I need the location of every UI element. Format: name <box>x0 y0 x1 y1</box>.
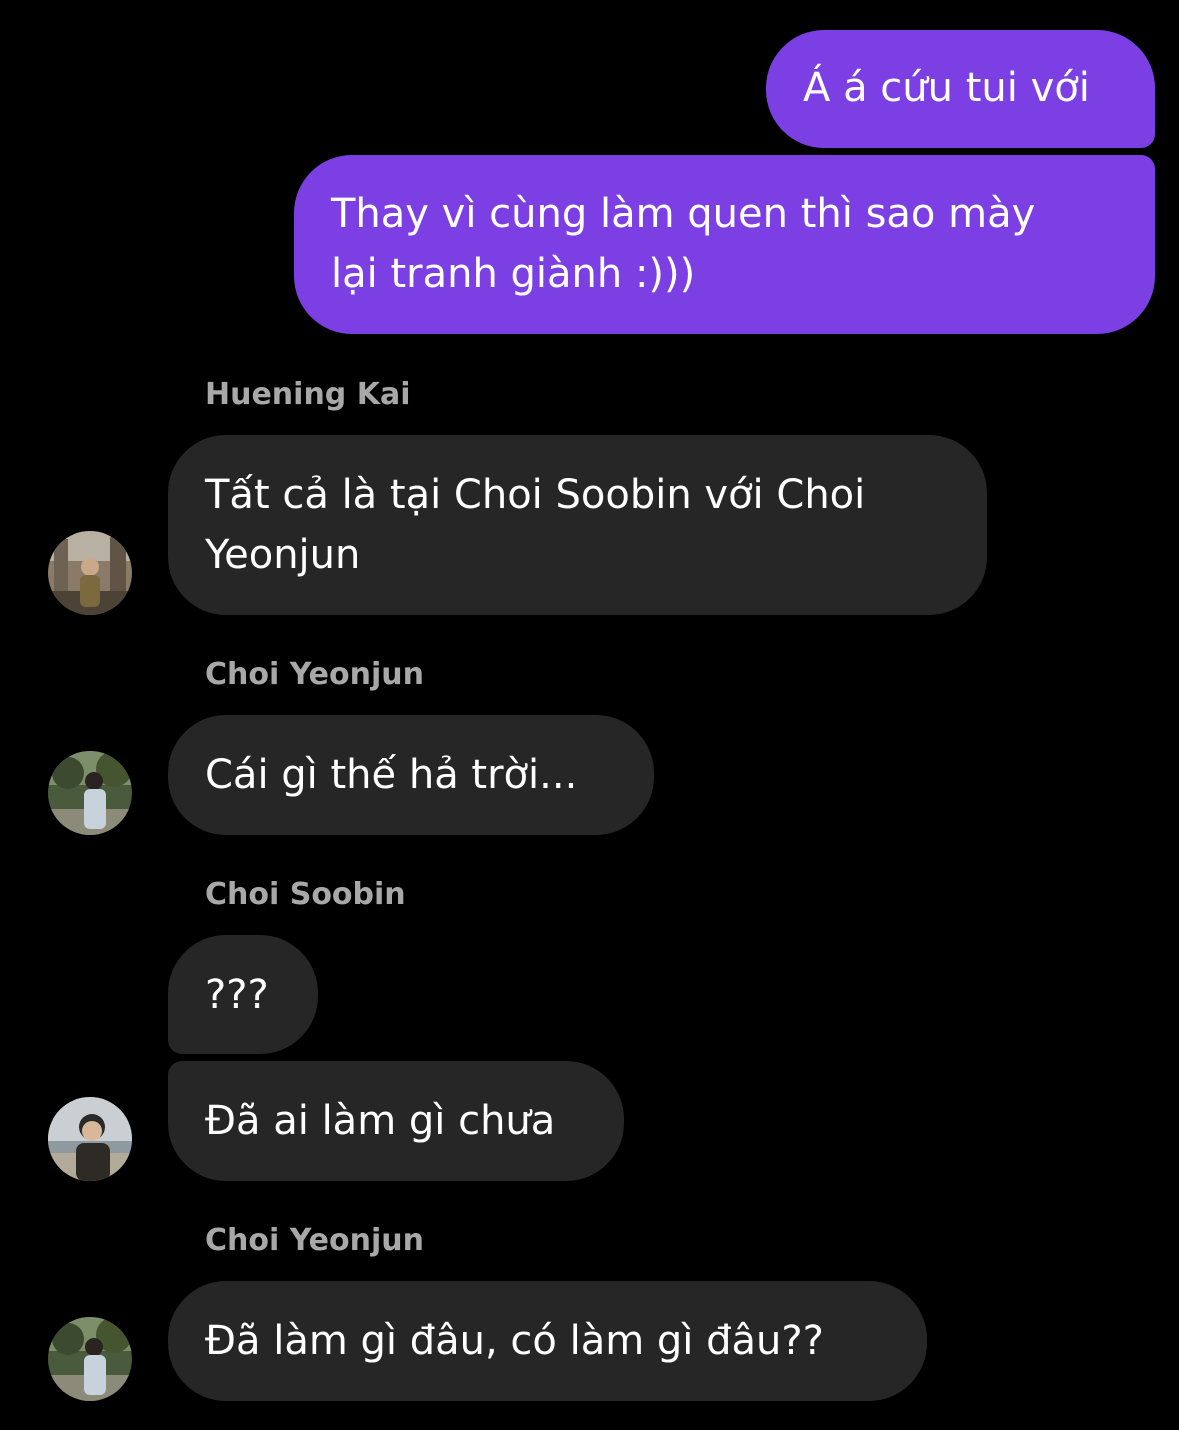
incoming-message-bubble[interactable]: Đã ai làm gì chưa <box>168 1061 624 1181</box>
message-text: Đã làm gì đâu, có làm gì đâu?? <box>205 1318 824 1364</box>
message-text-line: Thay vì cùng làm quen thì sao mày <box>331 191 1036 237</box>
avatar-choi-soobin[interactable] <box>48 1097 132 1181</box>
incoming-message-bubble[interactable]: Tất cả là tại Choi Soobin với Choi Yeonj… <box>168 435 987 615</box>
sender-name: Choi Soobin <box>205 877 406 912</box>
message-text-line: Tất cả là tại Choi Soobin với Choi <box>205 472 866 518</box>
outgoing-message-bubble[interactable]: Á á cứu tui với <box>766 30 1155 148</box>
sender-name: Choi Yeonjun <box>205 1223 424 1258</box>
sender-name: Huening Kai <box>205 377 411 412</box>
avatar-huening-kai[interactable] <box>48 531 132 615</box>
message-text-line: lại tranh giành :))) <box>331 251 696 297</box>
avatar-choi-yeonjun[interactable] <box>48 1317 132 1401</box>
sender-name: Choi Yeonjun <box>205 657 424 692</box>
message-text: Đã ai làm gì chưa <box>205 1098 556 1144</box>
incoming-message-bubble[interactable]: Đã làm gì đâu, có làm gì đâu?? <box>168 1281 927 1401</box>
message-text: Á á cứu tui với <box>803 65 1090 111</box>
message-text-line: Yeonjun <box>205 532 361 578</box>
incoming-message-bubble[interactable]: ??? <box>168 935 318 1054</box>
avatar-choi-yeonjun[interactable] <box>48 751 132 835</box>
message-text: ??? <box>205 972 269 1018</box>
outgoing-message-bubble[interactable]: Thay vì cùng làm quen thì sao mày lại tr… <box>294 155 1155 334</box>
message-text: Cái gì thế hả trời... <box>205 752 578 798</box>
incoming-message-bubble[interactable]: Cái gì thế hả trời... <box>168 715 654 835</box>
